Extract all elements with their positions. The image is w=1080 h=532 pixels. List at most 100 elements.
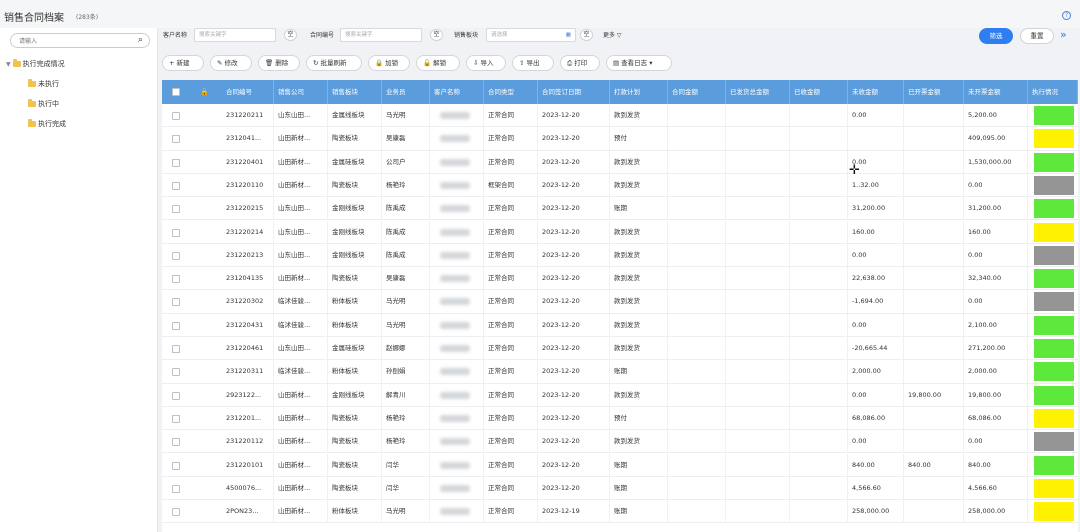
column-header[interactable]: 打款计划 — [610, 80, 668, 104]
contract-clear-button[interactable]: 空 — [430, 29, 443, 41]
tree-item-completed[interactable]: 执行完成 — [28, 118, 66, 130]
table-row[interactable]: 231204135 山田新材... 陶瓷板块 吴康磊 正常合同 2023-12-20 款到发… — [162, 267, 1078, 291]
table-row[interactable]: 231220302 临沭佳骏... 粉体板块 马光明 正常合同 2023-12-20 款到发… — [162, 290, 1078, 314]
cell-uninvoiced: 1,530,000.00 — [964, 150, 1028, 174]
cell-segment: 陶瓷板块 — [328, 453, 382, 477]
row-checkbox[interactable] — [172, 461, 180, 470]
column-header[interactable]: 未开票金额 — [964, 80, 1028, 104]
redacted-customer — [440, 484, 470, 492]
view-log-button[interactable]: ▤ 查看日志 ▾ — [606, 55, 672, 71]
row-checkbox[interactable] — [172, 484, 180, 493]
column-header[interactable]: 销售板块 — [328, 80, 382, 104]
cell-date: 2023-12-20 — [538, 150, 610, 174]
table-row[interactable]: 231220214 山东山田... 金刚线板块 陈禹成 正常合同 2023-12-20 款到… — [162, 220, 1078, 244]
table-row[interactable]: 231220431 临沭佳骏... 粉体板块 马光明 正常合同 2023-12-20 款到发… — [162, 313, 1078, 337]
cell-redacted — [668, 383, 726, 407]
contract-search-input[interactable]: 搜索关键字 — [340, 28, 422, 42]
row-checkbox[interactable] — [172, 345, 180, 353]
row-checkbox[interactable] — [172, 368, 180, 377]
redacted-customer — [440, 228, 470, 236]
table-row[interactable]: 231220461 山东山田... 金属硅板块 赵娜娜 正常合同 2023-12-20 款到… — [162, 337, 1078, 361]
row-checkbox[interactable] — [172, 321, 180, 330]
column-header[interactable]: 未收金额 — [848, 80, 904, 104]
cell-sales: 杨艳玲 — [382, 173, 430, 197]
column-header[interactable]: 已收金额 — [790, 80, 848, 104]
row-checkbox[interactable] — [172, 391, 180, 400]
batch-refresh-button[interactable]: ↻ 批量刷新 — [306, 55, 362, 71]
cell-redacted — [668, 243, 726, 267]
row-checkbox[interactable] — [172, 414, 180, 423]
table-row[interactable]: 23122021​1 山东山田... 金属线板块 马光明 正常合同 2023-12-20 款… — [162, 104, 1078, 128]
column-header[interactable]: 销售公司 — [274, 80, 328, 104]
customer-clear-button[interactable]: 空 — [284, 29, 297, 41]
row-checkbox[interactable] — [172, 438, 180, 447]
cell-redacted — [668, 104, 726, 127]
row-checkbox[interactable] — [172, 251, 180, 260]
import-button[interactable]: ⇩ 导入 — [466, 55, 506, 71]
column-header[interactable]: 合同金额 — [668, 80, 726, 104]
page-title: 销售合同档案 — [4, 13, 64, 24]
table-row[interactable]: 231220311 临沭佳骏... 粉体板块 孙刨娟 正常合同 2023-12-20 账期 2… — [162, 360, 1078, 384]
cell-invoiced — [904, 406, 964, 430]
cell-plan: 款到发货 — [610, 267, 668, 291]
batch-refresh-icon: ↻ — [313, 59, 319, 67]
cell-redacted — [790, 313, 848, 337]
redacted-customer — [440, 391, 470, 399]
column-header[interactable]: 业务员 — [382, 80, 430, 104]
cell-invoiced — [904, 220, 964, 244]
help-icon[interactable]: ? — [1062, 11, 1071, 20]
segment-select[interactable]: 请选择 ▦ — [486, 28, 576, 42]
table-row[interactable]: 231220110 山田新材... 陶瓷板块 杨艳玲 框架合同 2023-12-20 款到发… — [162, 173, 1078, 198]
tree-item-not-executed[interactable]: 未执行 — [28, 78, 59, 90]
table-row[interactable]: 231220401 山田新材... 金属硅板块 公司户 正常合同 2023-12-20 款到… — [162, 150, 1078, 174]
new-button[interactable]: + 新建 — [162, 55, 204, 71]
column-header[interactable]: 合同编号 — [222, 80, 274, 104]
search-icon[interactable]: ⌕ — [138, 35, 143, 45]
table-row[interactable]: 231220215 山东山田... 金刚线板块 陈禹成 正常合同 2023-12-20 账期… — [162, 197, 1078, 221]
table-row[interactable]: 231220101 山田新材... 陶瓷板块 闫华 正常合同 2023-12-20 账期 84… — [162, 453, 1078, 477]
chevron-down-icon[interactable]: ▼ — [6, 59, 11, 71]
table-row[interactable]: 4500076... 山田新材... 陶瓷板块 闫华 正常合同 2023-12-20 账期 4… — [162, 476, 1078, 501]
row-checkbox[interactable] — [172, 135, 180, 144]
double-chevron-right-icon[interactable]: » — [1060, 29, 1067, 41]
tree-search-input[interactable] — [19, 36, 129, 46]
edit-button[interactable]: ✎ 修改 — [210, 55, 252, 71]
row-checkbox[interactable] — [172, 112, 180, 120]
cell-redacted — [668, 290, 726, 314]
table-row[interactable]: 231220213 山东山田... 金刚线板块 陈禹成 正常合同 2023-12-20 款到… — [162, 243, 1078, 268]
lock-button[interactable]: 🔒 加锁 — [368, 55, 410, 71]
column-header[interactable]: 已开票金额 — [904, 80, 964, 104]
tree-root[interactable]: ▼ 执行完成情况 — [6, 58, 65, 70]
column-header[interactable]: 已发货总金额 — [726, 80, 790, 104]
row-checkbox[interactable] — [172, 205, 180, 214]
unlock-button[interactable]: 🔓 解锁 — [416, 55, 460, 71]
tree-search-box[interactable]: ⌕ — [10, 33, 150, 48]
row-checkbox[interactable] — [172, 275, 180, 284]
column-header[interactable]: 合同签订日期 — [538, 80, 610, 104]
row-checkbox[interactable] — [172, 298, 180, 307]
cell-segment: 粉体板块 — [328, 500, 382, 524]
table-row[interactable]: 2PON23... 山田新材... 粉体板块 马光明 正常合同 2023-12-19 账期 2… — [162, 500, 1078, 524]
column-header[interactable]: 客户名称 — [430, 80, 484, 104]
row-checkbox[interactable] — [172, 508, 180, 517]
print-button[interactable]: ⎙ 打印 — [560, 55, 600, 71]
table-row[interactable]: 2312041... 山田新材... 陶瓷板块 吴康磊 正常合同 2023-12-20 预付… — [162, 127, 1078, 151]
export-button[interactable]: ⇧ 导出 — [512, 55, 554, 71]
table-row[interactable]: 2923122... 山田新材... 金刚线板块 解青川 正常合同 2023-12-20 款… — [162, 383, 1078, 407]
table-row[interactable]: 231220112 山田新材... 陶瓷板块 杨艳玲 正常合同 2023-12-20 款到发… — [162, 430, 1078, 454]
tree-item-executing[interactable]: 执行中 — [28, 98, 59, 110]
more-filters-button[interactable]: 更多 ▽ — [603, 30, 622, 42]
segment-clear-button[interactable]: 空 — [580, 29, 593, 41]
row-checkbox[interactable] — [172, 181, 180, 190]
select-all-checkbox[interactable] — [172, 88, 180, 96]
table-row[interactable]: 2312201... 山田新材... 陶瓷板块 杨艳玲 正常合同 2023-12-20 预付… — [162, 406, 1078, 431]
reset-button[interactable]: 重置 — [1020, 28, 1054, 44]
column-header[interactable]: 执行情况 — [1028, 80, 1078, 104]
filter-button[interactable]: 筛选 — [979, 28, 1013, 44]
cell-uninvoiced: 0.00 — [964, 290, 1028, 314]
column-header[interactable]: 合同类型 — [484, 80, 538, 104]
delete-button[interactable]: 🗑 删除 — [258, 55, 300, 71]
customer-search-input[interactable]: 搜索关键字 — [194, 28, 276, 42]
row-checkbox[interactable] — [172, 158, 180, 167]
row-checkbox[interactable] — [172, 228, 180, 237]
